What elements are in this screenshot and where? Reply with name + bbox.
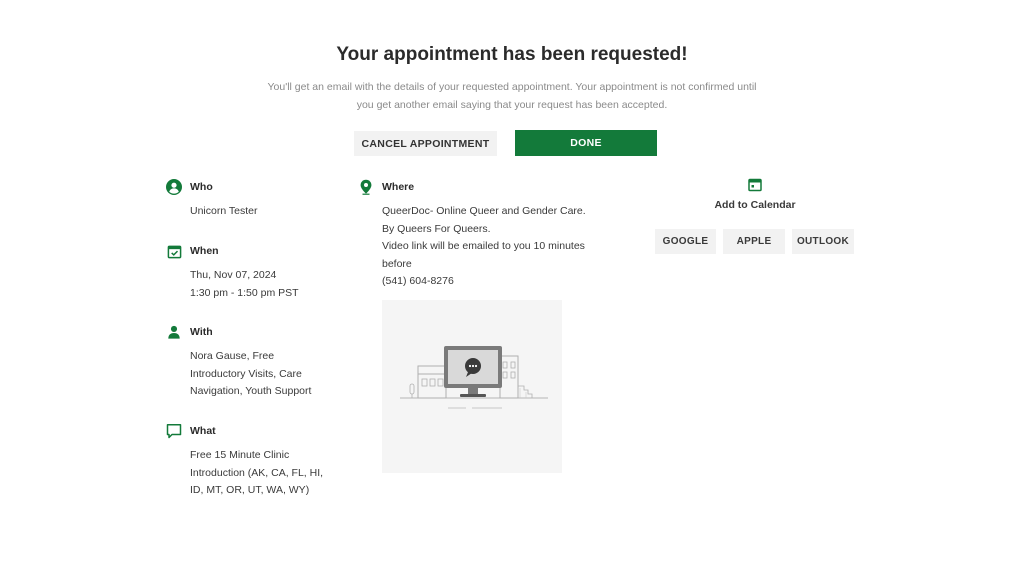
- cancel-appointment-button[interactable]: CANCEL APPOINTMENT: [354, 131, 497, 156]
- video-visit-illustration: [382, 300, 562, 473]
- appointment-date: Thu, Nov 07, 2024: [190, 269, 277, 281]
- google-calendar-button[interactable]: GOOGLE: [655, 229, 716, 254]
- page-title: Your appointment has been requested!: [336, 44, 688, 65]
- location-line-3: Video link will be emailed to you 10 min…: [382, 240, 585, 252]
- outlook-calendar-button[interactable]: OUTLOOK: [792, 229, 854, 254]
- confirmation-message-line-1: You'll get an email with the details of …: [267, 81, 757, 93]
- when-label: When: [190, 245, 219, 257]
- who-section: Who Unicorn Tester: [166, 179, 258, 221]
- service-line-1: Free 15 Minute Clinic: [190, 449, 290, 461]
- person-circle-icon: [166, 179, 182, 195]
- who-label: Who: [190, 181, 213, 193]
- calendar-check-icon: [166, 243, 182, 259]
- location-line-1: QueerDoc- Online Queer and Gender Care.: [382, 205, 586, 217]
- service-line-2: Introduction (AK, CA, FL, HI,: [190, 466, 324, 479]
- done-button[interactable]: DONE: [515, 130, 657, 156]
- who-name: Unicorn Tester: [190, 205, 258, 217]
- confirmation-message-line-2: you get another email saying that your r…: [356, 99, 668, 111]
- location-line-4: before: [382, 257, 412, 270]
- service-line-3: ID, MT, OR, UT, WA, WY): [190, 484, 310, 496]
- location-line-2: By Queers For Queers.: [382, 222, 491, 235]
- provider-line-2: Introductory Visits, Care: [190, 367, 302, 380]
- with-label: With: [190, 326, 213, 338]
- calendar-icon: [748, 178, 762, 192]
- appointment-time: 1:30 pm - 1:50 pm PST: [190, 286, 299, 299]
- when-section: When Thu, Nov 07, 2024 1:30 pm - 1:50 pm…: [166, 243, 299, 302]
- telehealth-illustration-image: [400, 346, 548, 409]
- where-label: Where: [382, 181, 415, 193]
- phone-number: (541) 604-8276: [382, 275, 454, 287]
- provider-line-1: Nora Gause, Free: [190, 350, 275, 362]
- location-pin-icon: [358, 179, 374, 195]
- apple-calendar-button[interactable]: APPLE: [723, 229, 785, 254]
- person-icon: [166, 324, 182, 340]
- where-section: Where QueerDoc- Online Queer and Gender …: [358, 179, 586, 291]
- add-to-calendar: Add to Calendar: [700, 178, 810, 211]
- provider-line-3: Navigation, Youth Support: [190, 385, 312, 397]
- add-to-calendar-label: Add to Calendar: [714, 199, 796, 211]
- confirmation-message: You'll get an email with the details of …: [242, 78, 782, 114]
- what-section: What Free 15 Minute Clinic Introduction …: [166, 423, 323, 500]
- what-label: What: [190, 425, 216, 437]
- with-section: With Nora Gause, Free Introductory Visit…: [166, 324, 311, 401]
- chat-bubble-icon: [166, 423, 182, 439]
